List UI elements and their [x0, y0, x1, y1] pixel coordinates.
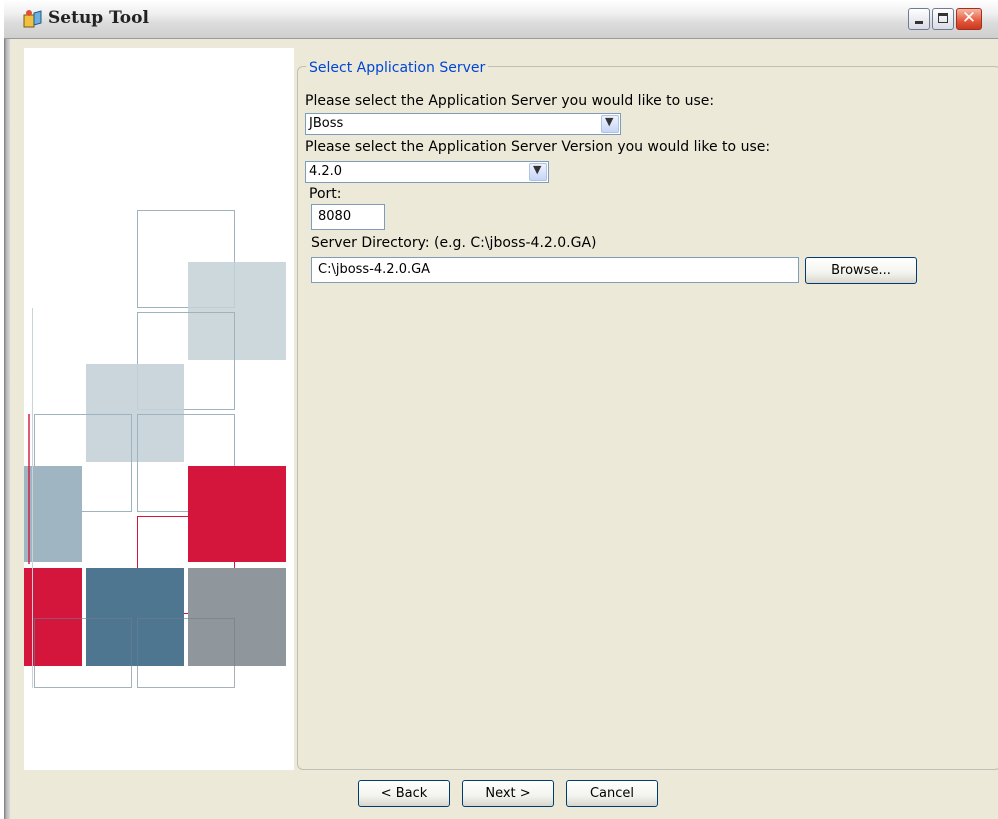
- server-select-label: Please select the Application Server you…: [305, 93, 715, 109]
- dropdown-arrow-button[interactable]: ▼: [529, 163, 547, 181]
- setup-tool-icon: [23, 10, 42, 28]
- cancel-button[interactable]: Cancel: [566, 780, 658, 807]
- version-select-label: Please select the Application Server Ver…: [305, 139, 771, 155]
- port-label: Port:: [309, 186, 342, 202]
- port-input[interactable]: 8080: [311, 204, 385, 230]
- title-bar[interactable]: Setup Tool ✕: [4, 0, 998, 39]
- application-server-select[interactable]: JBoss ▼: [305, 113, 621, 135]
- server-version-value: 4.2.0: [309, 164, 343, 179]
- server-directory-input[interactable]: C:\jboss-4.2.0.GA: [311, 257, 799, 283]
- close-icon: ✕: [961, 8, 977, 28]
- browse-button[interactable]: Browse...: [805, 257, 917, 284]
- server-version-select[interactable]: 4.2.0 ▼: [305, 161, 549, 183]
- minimize-icon: [915, 21, 923, 24]
- setup-tool-window: Setup Tool ✕ Select Application Server P…: [4, 0, 998, 819]
- application-server-value: JBoss: [309, 116, 344, 131]
- window-left-border: [4, 0, 10, 819]
- close-button[interactable]: ✕: [956, 8, 982, 30]
- banner-thin-line: [32, 308, 33, 688]
- next-button[interactable]: Next >: [462, 780, 554, 807]
- maximize-button[interactable]: [932, 8, 954, 30]
- server-directory-value: C:\jboss-4.2.0.GA: [318, 262, 431, 277]
- chevron-down-icon: ▼: [533, 163, 542, 176]
- server-directory-label: Server Directory: (e.g. C:\jboss-4.2.0.G…: [311, 235, 597, 251]
- wizard-banner-image: [24, 48, 294, 770]
- window-title: Setup Tool: [48, 8, 149, 28]
- port-value: 8080: [318, 209, 352, 224]
- dropdown-arrow-button[interactable]: ▼: [601, 115, 619, 133]
- banner-red-line: [28, 414, 30, 564]
- banner-outline-square: [137, 618, 235, 688]
- banner-outline-square: [34, 618, 132, 688]
- minimize-button[interactable]: [908, 8, 930, 30]
- back-button[interactable]: < Back: [358, 780, 450, 807]
- chevron-down-icon: ▼: [605, 115, 614, 128]
- maximize-icon: [938, 13, 948, 23]
- group-title: Select Application Server: [306, 60, 489, 76]
